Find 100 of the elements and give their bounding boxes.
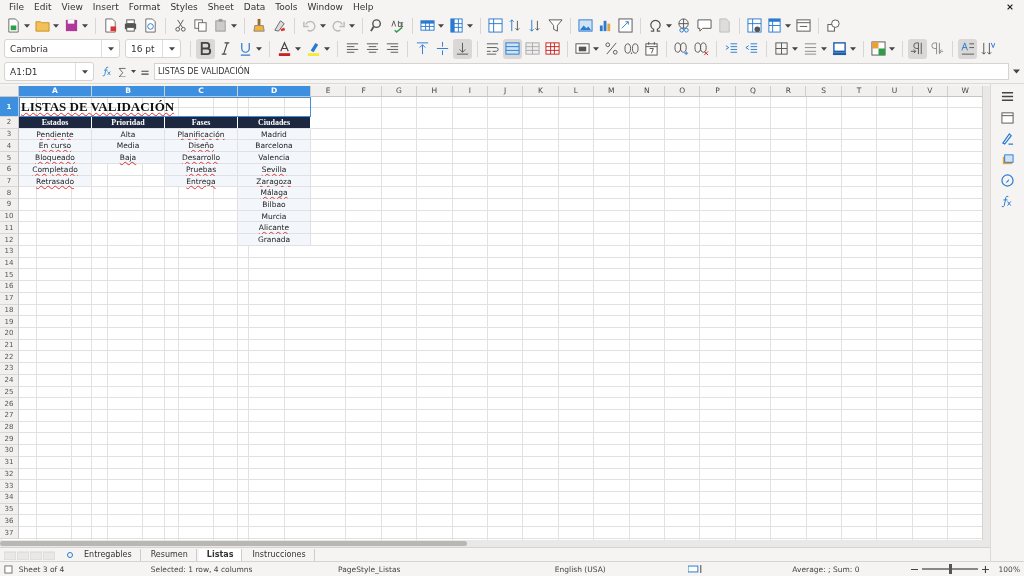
merge-cells-icon <box>545 41 560 56</box>
caret-icon <box>24 23 30 28</box>
menu-item[interactable]: Help <box>347 2 379 12</box>
bold-button[interactable] <box>196 38 215 59</box>
caret-icon <box>792 46 798 51</box>
number-format-icon <box>575 41 590 56</box>
conditional-format-icon <box>871 41 886 56</box>
print-range-icon <box>747 18 762 33</box>
caret-icon <box>320 23 326 28</box>
formula-input-field[interactable]: LISTAS DE VALIDACIÓN <box>154 63 1009 80</box>
number-format-decimal-icon <box>624 41 639 56</box>
insert-row-icon <box>420 18 435 33</box>
header-cell: Prioridad <box>92 117 165 129</box>
sum-icon[interactable] <box>117 66 127 77</box>
sheet-tab[interactable]: Listas <box>198 548 243 561</box>
caret-icon <box>168 46 175 51</box>
caret-icon <box>850 46 856 51</box>
sheet-tab[interactable]: Instrucciones <box>244 548 315 561</box>
menu-item[interactable]: View <box>56 2 88 12</box>
caret-icon[interactable] <box>131 70 136 73</box>
font-color-icon <box>277 41 292 56</box>
horizontal-text-button[interactable] <box>958 38 977 59</box>
decrease-indent-icon <box>744 41 759 56</box>
caret-icon <box>256 46 262 51</box>
font-size-field[interactable]: 16 pt <box>125 39 181 58</box>
autofilter-icon <box>548 18 563 33</box>
zoom-in-icon[interactable] <box>981 565 989 573</box>
border-style-icon <box>803 41 818 56</box>
title-cell: LISTAS DE VALIDACIÓN <box>19 97 311 117</box>
expand-caret-icon[interactable] <box>1013 69 1020 74</box>
menu-item[interactable]: Tools <box>270 2 303 12</box>
horizontal-scrollbar[interactable] <box>0 540 990 547</box>
zoom-slider-thumb[interactable] <box>949 564 952 574</box>
right-to-left-icon <box>930 41 945 56</box>
close-icon[interactable] <box>1006 3 1014 11</box>
conditional-format-button[interactable] <box>869 38 897 59</box>
caret-icon <box>324 46 330 51</box>
menu-item[interactable]: Sheet <box>202 2 239 12</box>
copy-icon <box>193 18 208 33</box>
shapes-icon <box>826 18 841 33</box>
date-format-icon <box>644 41 659 56</box>
menu-item[interactable]: Insert <box>87 2 124 12</box>
headers-button[interactable] <box>486 15 505 36</box>
paste-icon <box>213 18 228 33</box>
caret-icon <box>107 46 114 51</box>
caret-icon <box>666 23 672 28</box>
caret-icon <box>231 23 237 28</box>
sheet-tab[interactable]: Resumen <box>142 548 197 561</box>
vertical-scrollbar[interactable] <box>982 86 990 540</box>
spelling-icon <box>390 18 405 33</box>
gallery-icon[interactable] <box>1001 153 1014 166</box>
align-top-icon <box>415 41 430 56</box>
sheet-icon <box>4 564 13 574</box>
freeze-rows-button[interactable] <box>765 15 793 36</box>
caret-icon <box>349 23 355 28</box>
menu-item[interactable]: Window <box>302 2 348 12</box>
horizontal-text-icon <box>960 41 975 56</box>
name-box[interactable]: A1:D1 <box>4 62 94 81</box>
menu-item[interactable]: Data <box>238 2 271 12</box>
font-name-field[interactable]: Cambria <box>4 39 120 58</box>
cut-icon <box>173 18 188 33</box>
caret-icon <box>82 23 88 28</box>
sidebar-menu-icon[interactable] <box>1001 90 1014 103</box>
caret-icon <box>821 46 827 51</box>
left-to-right-icon <box>910 41 925 56</box>
header-cell: Fases <box>165 117 238 129</box>
functions-icon[interactable] <box>1001 195 1014 208</box>
merge-center-icon <box>505 41 520 56</box>
styles-icon[interactable] <box>1001 132 1014 145</box>
sheet-tab[interactable]: Entregables <box>76 548 141 561</box>
properties-icon[interactable] <box>1001 111 1014 124</box>
print-icon <box>123 18 138 33</box>
insert-chart-icon <box>598 18 613 33</box>
align-bottom-icon <box>455 41 470 56</box>
menu-item[interactable]: Format <box>123 2 166 12</box>
pivot-table-icon <box>618 18 633 33</box>
headers-icon <box>488 18 503 33</box>
left-to-right-button[interactable] <box>908 38 927 59</box>
caret-icon <box>295 46 301 51</box>
wrap-text-icon <box>485 41 500 56</box>
caret-icon <box>467 23 473 28</box>
vertical-text-icon <box>980 41 995 56</box>
redo-icon <box>331 18 346 33</box>
insert-column-button[interactable] <box>447 15 475 36</box>
print-range-button[interactable] <box>745 15 764 36</box>
merge-center-button[interactable] <box>503 38 522 59</box>
borders-icon <box>774 41 789 56</box>
menu-item[interactable]: Styles <box>165 2 203 12</box>
special-character-icon <box>648 18 663 33</box>
pivot-table-button[interactable] <box>616 15 635 36</box>
navigator-icon[interactable] <box>1001 174 1014 187</box>
menu-item[interactable]: File <box>4 2 30 12</box>
header-cell: Ciudades <box>238 117 311 129</box>
insert-image-icon <box>578 18 593 33</box>
menu-item[interactable]: Edit <box>29 2 57 12</box>
function-wizard-icon[interactable] <box>102 66 113 77</box>
unmerge-cells-icon <box>525 41 540 56</box>
percent-format-icon <box>604 41 619 56</box>
align-bottom-button[interactable] <box>453 38 472 59</box>
comment-icon <box>697 18 712 33</box>
